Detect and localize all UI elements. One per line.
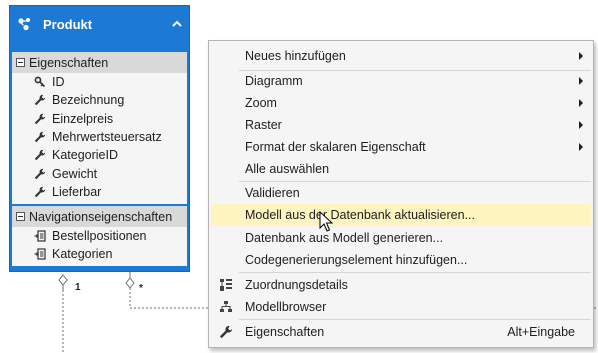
menu-item-label: Raster: [245, 118, 282, 132]
menu-item-modellbrowser[interactable]: Modellbrowser: [211, 296, 591, 318]
property-row-mehrwertsteuersatz[interactable]: Mehrwertsteuersatz: [12, 128, 187, 146]
menu-item-label: Format der skalaren Eigenschaft: [245, 140, 426, 154]
menu-item-modell-aktualisieren[interactable]: Modell aus der Datenbank aktualisieren..…: [211, 204, 591, 226]
property-label: Mehrwertsteuersatz: [52, 130, 162, 145]
menu-item-raster[interactable]: Raster: [211, 114, 591, 136]
property-row-einzelpreis[interactable]: Einzelpreis: [12, 110, 187, 128]
entity-header[interactable]: Produkt: [10, 6, 189, 42]
menu-item-label: Validieren: [245, 186, 300, 200]
wrench-icon: [34, 168, 46, 179]
menu-item-datenbank-generieren[interactable]: Datenbank aus Modell generieren...: [211, 227, 591, 249]
menu-item-format-skalare-eigenschaft[interactable]: Format der skalaren Eigenschaft: [211, 136, 591, 158]
mouse-cursor-icon: [319, 211, 333, 232]
menu-separator: [239, 272, 591, 273]
menu-item-label: Alle auswählen: [245, 162, 330, 176]
navigation-section-header[interactable]: Navigationseigenschaften: [12, 206, 187, 227]
property-label: Gewicht: [52, 166, 98, 181]
entity-type-icon: [18, 18, 30, 31]
submenu-arrow-icon: [579, 77, 583, 85]
property-row-lieferbar[interactable]: Lieferbar: [12, 183, 187, 201]
navigation-label: Kategorien: [52, 247, 113, 261]
menu-item-diagramm[interactable]: Diagramm: [211, 70, 591, 92]
navigation-property-icon: [34, 248, 46, 260]
wrench-icon: [34, 95, 46, 106]
menu-item-zoom[interactable]: Zoom: [211, 92, 591, 114]
menu-item-label: Modellbrowser: [245, 300, 327, 314]
menu-item-label: Eigenschaften: [245, 325, 325, 339]
property-row-kategorieid[interactable]: KategorieID: [12, 146, 187, 164]
wrench-icon: [219, 325, 233, 339]
properties-section-header[interactable]: Eigenschaften: [12, 52, 187, 73]
navigation-section-title: Navigationseigenschaften: [29, 209, 173, 224]
navigation-section: Navigationseigenschaften Bestellposition…: [12, 206, 187, 266]
context-menu: Neues hinzufügen Diagramm Zoom Raster Fo…: [208, 40, 594, 348]
menu-item-zuordnungsdetails[interactable]: Zuordnungsdetails: [211, 274, 591, 296]
wrench-icon: [34, 131, 46, 143]
navigation-row-kategorien[interactable]: Kategorien: [12, 245, 187, 263]
key-icon: [34, 76, 46, 88]
navigation-row-bestellpositionen[interactable]: Bestellpositionen: [12, 227, 187, 245]
menu-item-label: Diagramm: [245, 74, 303, 88]
property-label: Lieferbar: [52, 184, 102, 199]
wrench-icon: [34, 113, 46, 124]
menu-item-alle-auswaehlen[interactable]: Alle auswählen: [211, 158, 591, 180]
menu-item-codegenerierung-hinzufuegen[interactable]: Codegenerierungselement hinzufügen...: [211, 249, 591, 271]
model-browser-icon: [220, 301, 232, 312]
menu-item-label: Modell aus der Datenbank aktualisieren..…: [245, 208, 475, 222]
property-label: KategorieID: [52, 148, 119, 163]
right-multiplicity-label: *: [139, 283, 143, 294]
mapping-details-icon: [220, 279, 232, 291]
menu-item-label: Zuordnungsdetails: [245, 278, 348, 292]
property-row-id[interactable]: ID: [12, 73, 187, 91]
navigation-property-icon: [34, 230, 46, 242]
property-label: Einzelpreis: [52, 111, 114, 126]
menu-item-label: Neues hinzufügen: [245, 49, 346, 63]
properties-section-title: Eigenschaften: [29, 55, 109, 70]
submenu-arrow-icon: [579, 121, 583, 129]
collapse-minus-icon[interactable]: [16, 58, 25, 67]
menu-separator: [239, 319, 591, 320]
wrench-icon: [34, 186, 46, 198]
menu-item-shortcut: Alt+Eingabe: [507, 325, 575, 339]
menu-item-label: Datenbank aus Modell generieren...: [245, 231, 444, 245]
property-row-gewicht[interactable]: Gewicht: [12, 164, 187, 182]
submenu-arrow-icon: [579, 99, 583, 107]
property-label: Bezeichnung: [52, 93, 125, 108]
collapse-minus-icon[interactable]: [16, 212, 25, 221]
properties-section: Eigenschaften ID Bezeichnung Einzelpreis: [12, 52, 187, 204]
menu-item-eigenschaften[interactable]: Eigenschaften Alt+Eingabe: [211, 321, 591, 343]
wrench-icon: [34, 150, 46, 161]
menu-item-validieren[interactable]: Validieren: [211, 182, 591, 204]
submenu-arrow-icon: [579, 143, 583, 151]
menu-item-label: Zoom: [245, 96, 277, 110]
property-row-bezeichnung[interactable]: Bezeichnung: [12, 91, 187, 109]
entity-produkt[interactable]: Produkt Eigenschaften ID Bezeichnung Ein…: [9, 5, 190, 272]
menu-item-neues-hinzufuegen[interactable]: Neues hinzufügen: [211, 45, 591, 67]
menu-item-label: Codegenerierungselement hinzufügen...: [245, 253, 468, 267]
navigation-label: Bestellpositionen: [52, 229, 147, 243]
left-multiplicity-label: 1: [75, 282, 81, 293]
property-label: ID: [52, 75, 65, 90]
entity-title: Produkt: [43, 16, 93, 32]
chevron-up-icon[interactable]: [171, 18, 183, 30]
submenu-arrow-icon: [579, 52, 583, 60]
